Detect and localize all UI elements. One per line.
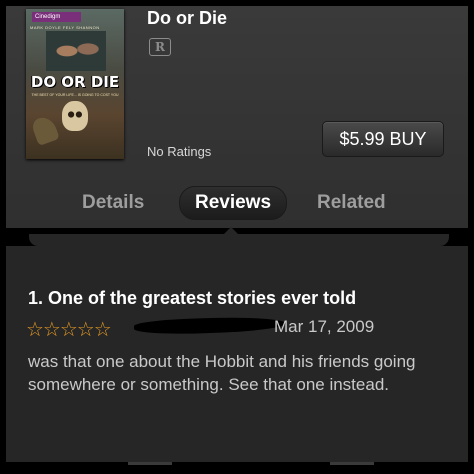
buy-button[interactable]: $5.99 BUY <box>322 121 444 157</box>
content-rating-badge: R <box>149 38 171 56</box>
star-rating-icon: ☆☆☆☆☆ <box>26 319 112 341</box>
bottom-bar <box>0 462 474 474</box>
movie-poster[interactable]: Cinedigm MARK DOYLE FELY SHANNON DO OR D… <box>26 9 124 159</box>
tab-reviews[interactable]: Reviews <box>179 186 287 220</box>
review-body: was that one about the Hobbit and his fr… <box>28 352 416 394</box>
ratings-status: No Ratings <box>147 144 212 159</box>
bottom-bar-tick <box>330 462 374 465</box>
tab-pointer-icon <box>224 227 238 234</box>
movie-header: Cinedigm MARK DOYLE FELY SHANNON DO OR D… <box>6 6 468 234</box>
review-title: 1. One of the greatest stories ever told <box>28 288 357 308</box>
tab-related[interactable]: Related <box>317 192 386 214</box>
poster-skull-image <box>62 101 88 131</box>
review-date: Mar 17, 2009 <box>274 317 375 336</box>
tab-details[interactable]: Details <box>82 192 144 214</box>
poster-title: DO OR DIE <box>30 73 120 91</box>
poster-hand-image <box>30 114 60 146</box>
app-frame: Cinedigm MARK DOYLE FELY SHANNON DO OR D… <box>6 6 468 468</box>
poster-cast-line: MARK DOYLE FELY SHANNON <box>30 25 100 30</box>
poster-tagline: THE BEST OF YOUR LIFE... IS GOING TO COS… <box>31 93 119 97</box>
bottom-bar-tick <box>128 462 172 465</box>
redacted-username <box>133 315 287 336</box>
reviews-list: 1. One of the greatest stories ever told… <box>6 246 468 468</box>
poster-faces-image <box>46 31 106 71</box>
movie-title: Do or Die <box>147 8 228 28</box>
poster-studio-logo: Cinedigm <box>32 12 81 22</box>
